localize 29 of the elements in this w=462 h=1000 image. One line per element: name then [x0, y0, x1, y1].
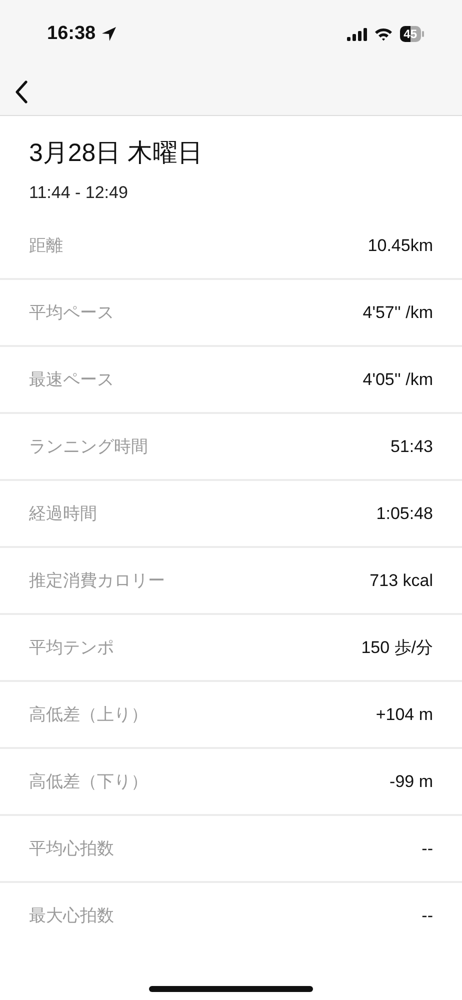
wifi-icon: [374, 27, 393, 41]
stat-label: 高低差（上り）: [29, 704, 148, 726]
stat-label: 高低差（下り）: [29, 771, 148, 793]
stat-label: 平均心拍数: [29, 838, 114, 860]
stat-value: 51:43: [390, 436, 433, 456]
stat-value: --: [422, 838, 433, 858]
stat-value: 4'57'' /km: [362, 302, 433, 322]
stat-value: -99 m: [390, 772, 433, 792]
date-title: 3月28日 木曜日: [29, 138, 204, 169]
stat-value: 1:05:48: [376, 504, 433, 524]
stat-value: +104 m: [376, 704, 433, 724]
stat-label: 平均ペース: [29, 302, 114, 324]
time-range: 11:44 - 12:49: [29, 183, 129, 203]
stat-value: 150 歩/分: [361, 637, 433, 659]
stat-label: 経過時間: [29, 503, 97, 525]
stat-label: 推定消費カロリー: [29, 570, 165, 592]
stat-label: 平均テンポ: [29, 637, 114, 659]
stat-label: 最速ペース: [29, 369, 114, 391]
stat-label: 最大心拍数: [29, 905, 114, 927]
signal-icon: [346, 28, 367, 40]
stat-value: 4'05'' /km: [362, 370, 433, 390]
stat-label: 距離: [29, 235, 63, 257]
stat-value: 10.45km: [368, 236, 433, 256]
back-icon: [14, 80, 28, 104]
stat-value: --: [422, 906, 433, 926]
location-arrow-icon: [100, 26, 117, 42]
stat-value: 713 kcal: [370, 570, 433, 590]
stat-label: ランニング時間: [29, 436, 148, 458]
clock-time: 16:38: [47, 23, 96, 45]
